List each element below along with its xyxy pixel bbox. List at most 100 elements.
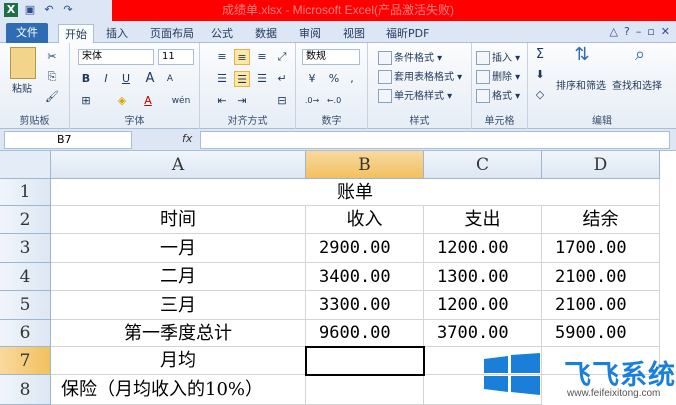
cell-b3[interactable]: 2900.00 [306, 234, 424, 263]
close-icon[interactable]: ✕ [661, 25, 670, 38]
increase-indent-icon[interactable]: ⇥ [234, 93, 250, 109]
column-header-d[interactable]: D [542, 151, 660, 179]
tab-formulas[interactable]: 公式 [205, 24, 239, 43]
tab-insert[interactable]: 插入 [100, 24, 134, 43]
clear-icon[interactable]: ◇ [532, 87, 548, 103]
tab-view[interactable]: 视图 [337, 24, 371, 43]
restore-icon[interactable]: ▫ [647, 25, 654, 38]
border-icon[interactable]: ⊞ [78, 93, 94, 109]
tab-review[interactable]: 审阅 [293, 24, 327, 43]
cell-styles-button[interactable]: 单元格样式 ▾ [378, 87, 452, 103]
cell-b5[interactable]: 3300.00 [306, 291, 424, 320]
cell-c6[interactable]: 3700.00 [424, 320, 542, 347]
percent-button[interactable]: % [326, 71, 342, 87]
cell-b2[interactable]: 收入 [306, 206, 424, 234]
decrease-font-button[interactable]: A [162, 71, 178, 87]
cell-d2[interactable]: 结余 [542, 206, 660, 234]
formula-input[interactable] [200, 131, 670, 149]
cell-c5[interactable]: 1200.00 [424, 291, 542, 320]
align-middle-icon[interactable]: ≡ [234, 49, 250, 65]
paste-button[interactable]: 粘贴 [12, 80, 32, 95]
autosum-button[interactable]: Σ [532, 47, 548, 63]
bold-button[interactable]: B [78, 71, 94, 87]
align-left-icon[interactable]: ☰ [214, 71, 230, 87]
find-select-button[interactable]: 查找和选择 [612, 77, 662, 92]
title-cell-a1[interactable]: 账单 [51, 179, 660, 206]
name-box[interactable]: B7 [4, 131, 132, 149]
row-header-2[interactable]: 2 [0, 206, 51, 234]
insert-function-button[interactable]: fx [182, 132, 192, 145]
font-name-select[interactable]: 宋体 [78, 49, 154, 65]
help-icon[interactable]: ? [624, 25, 630, 38]
tab-home[interactable]: 开始 [58, 24, 94, 43]
cell-c2[interactable]: 支出 [424, 206, 542, 234]
row-header-7[interactable]: 7 [0, 347, 51, 375]
sort-filter-icon[interactable]: ⇅ [570, 46, 594, 73]
conditional-format-button[interactable]: 条件格式 ▾ [378, 49, 442, 65]
cell-a8[interactable]: 保险（月均收入的10%） [51, 375, 306, 405]
row-header-8[interactable]: 8 [0, 375, 51, 405]
sort-filter-button[interactable]: 排序和筛选 [556, 77, 606, 92]
cell-a2[interactable]: 时间 [51, 206, 306, 234]
tab-foxit-pdf[interactable]: 福昕PDF [380, 24, 435, 43]
column-header-a[interactable]: A [51, 151, 306, 179]
format-cells-button[interactable]: 格式 ▾ [476, 87, 520, 103]
align-bottom-icon[interactable]: ≡ [254, 49, 270, 65]
decrease-decimal-icon[interactable]: ←.0 [326, 93, 342, 109]
wrap-text-icon[interactable]: ↵ [274, 71, 290, 87]
tab-data[interactable]: 数据 [249, 24, 283, 43]
minimize-icon[interactable]: – [636, 25, 642, 38]
font-color-button[interactable]: A [140, 93, 156, 109]
fill-color-icon[interactable]: ◈ [114, 93, 130, 109]
column-header-b[interactable]: B [306, 151, 424, 179]
merge-center-icon[interactable]: ⊟ [274, 93, 290, 109]
cell-b6[interactable]: 9600.00 [306, 320, 424, 347]
row-header-4[interactable]: 4 [0, 263, 51, 291]
underline-button[interactable]: U [118, 71, 134, 87]
cell-a7[interactable]: 月均 [51, 347, 306, 375]
window-controls[interactable] [656, 0, 676, 21]
cell-a6[interactable]: 第一季度总计 [51, 320, 306, 347]
fill-icon[interactable]: ⬇ [532, 67, 548, 83]
row-header-1[interactable]: 1 [0, 179, 51, 206]
align-center-icon[interactable]: ☰ [234, 71, 250, 87]
select-all-button[interactable] [0, 151, 51, 179]
cell-a5[interactable]: 三月 [51, 291, 306, 320]
find-select-icon[interactable]: ⌕ [628, 46, 652, 73]
align-right-icon[interactable]: ☰ [254, 71, 270, 87]
font-size-select[interactable]: 11 [158, 49, 194, 65]
cell-d3[interactable]: 1700.00 [542, 234, 660, 263]
italic-button[interactable]: I [98, 71, 114, 87]
column-header-c[interactable]: C [424, 151, 542, 179]
row-header-6[interactable]: 6 [0, 320, 51, 347]
comma-button[interactable]: , [344, 71, 360, 87]
phonetic-button[interactable]: wén [170, 93, 192, 109]
currency-icon[interactable]: ¥ [304, 71, 320, 87]
format-painter-icon[interactable]: 🖌 [44, 89, 60, 105]
increase-font-button[interactable]: A [142, 71, 158, 87]
align-top-icon[interactable]: ≡ [214, 49, 230, 65]
insert-cells-button[interactable]: 插入 ▾ [476, 49, 520, 65]
cell-a3[interactable]: 一月 [51, 234, 306, 263]
row-header-3[interactable]: 3 [0, 234, 51, 263]
cell-d5[interactable]: 2100.00 [542, 291, 660, 320]
tab-file[interactable]: 文件 [6, 23, 48, 43]
active-cell-b7[interactable] [305, 346, 425, 376]
cell-d6[interactable]: 5900.00 [542, 320, 660, 347]
tab-page-layout[interactable]: 页面布局 [144, 24, 200, 43]
cell-c4[interactable]: 1300.00 [424, 263, 542, 291]
cell-b8[interactable] [306, 375, 424, 405]
minimize-ribbon-icon[interactable]: △ [610, 25, 618, 38]
format-as-table-button[interactable]: 套用表格格式 ▾ [378, 68, 462, 84]
cell-d4[interactable]: 2100.00 [542, 263, 660, 291]
paste-icon[interactable] [10, 47, 36, 79]
increase-decimal-icon[interactable]: .0→ [304, 93, 320, 109]
delete-cells-button[interactable]: 删除 ▾ [476, 68, 520, 84]
cell-b4[interactable]: 3400.00 [306, 263, 424, 291]
cell-a4[interactable]: 二月 [51, 263, 306, 291]
number-format-select[interactable]: 数规 [302, 49, 360, 65]
orientation-icon[interactable]: ⤢ [274, 49, 290, 65]
copy-icon[interactable]: ⎘ [44, 69, 60, 85]
cell-c3[interactable]: 1200.00 [424, 234, 542, 263]
decrease-indent-icon[interactable]: ⇤ [214, 93, 230, 109]
